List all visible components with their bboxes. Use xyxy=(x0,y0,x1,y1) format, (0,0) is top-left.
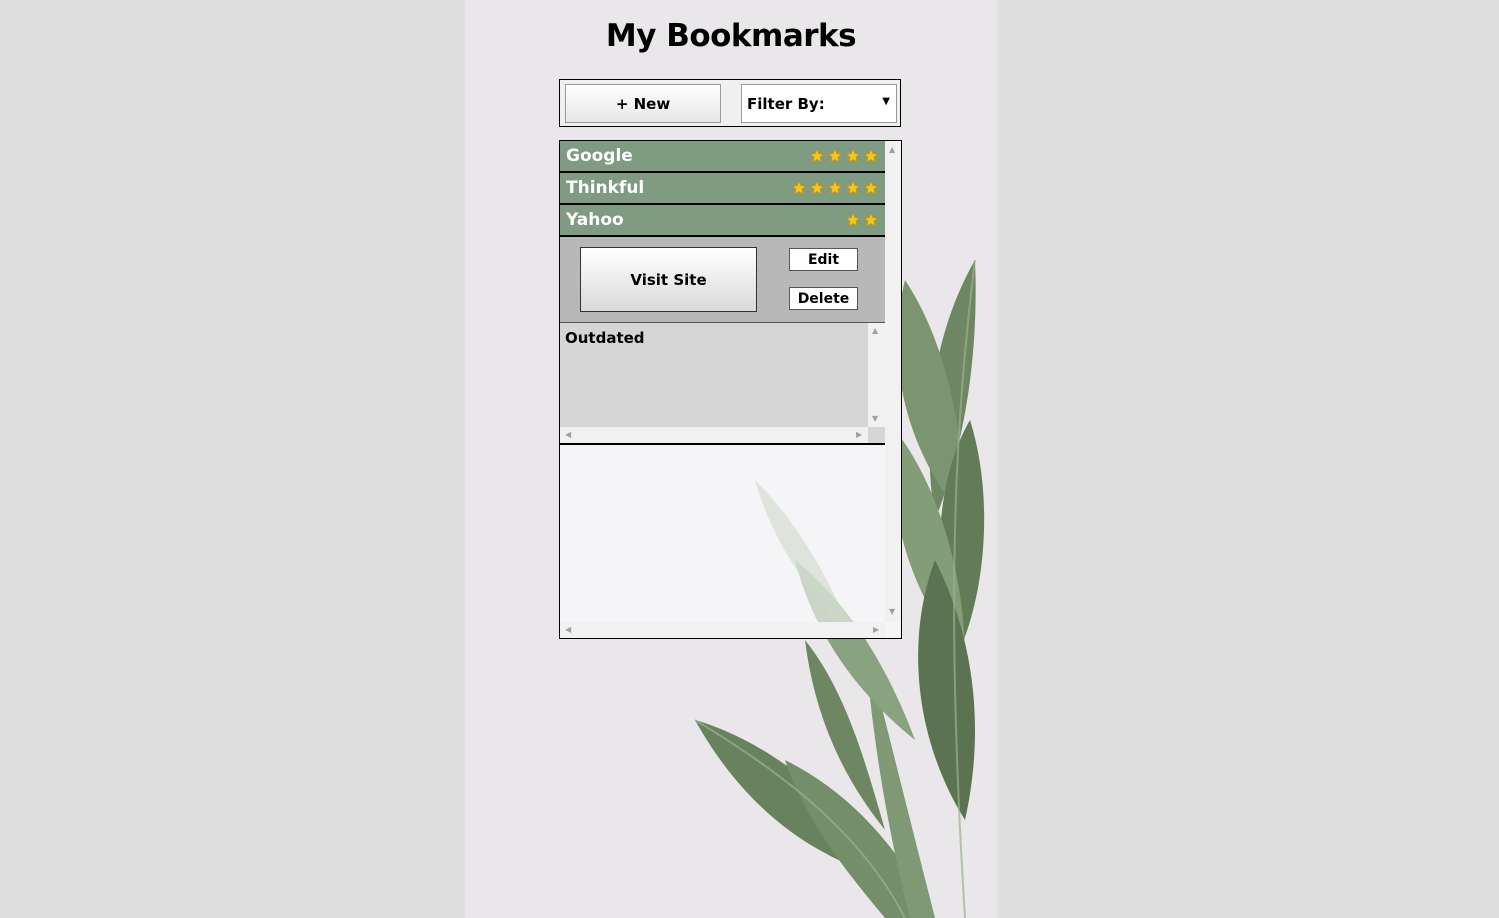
star-icon xyxy=(827,148,843,163)
scroll-left-arrow-icon[interactable]: ◀ xyxy=(565,626,571,634)
description-horizontal-scrollbar[interactable]: ◀ ▶ xyxy=(560,427,868,443)
filter-select[interactable]: Filter By: ▼ xyxy=(741,84,897,123)
bookmark-details-panel: Visit Site Edit Delete xyxy=(560,237,885,323)
star-icon xyxy=(845,148,861,163)
filter-select-label: Filter By: xyxy=(747,94,825,113)
scroll-up-arrow-icon[interactable]: ▲ xyxy=(872,327,878,335)
list-horizontal-scrollbar[interactable]: ◀ ▶ xyxy=(560,622,885,638)
scroll-down-arrow-icon[interactable]: ▼ xyxy=(872,415,878,423)
scroll-left-arrow-icon[interactable]: ◀ xyxy=(565,431,571,439)
app-page: My Bookmarks + New Filter By: ▼ Google T… xyxy=(465,0,997,918)
description-box[interactable]: Outdated ▲ ▼ ◀ ▶ xyxy=(560,323,885,445)
scroll-right-arrow-icon[interactable]: ▶ xyxy=(873,626,879,634)
bookmark-name: Yahoo xyxy=(566,210,624,230)
bookmark-row-yahoo[interactable]: Yahoo xyxy=(560,205,885,237)
bookmark-list: Google Thinkful Yahoo Visit Site Edit De… xyxy=(559,140,902,639)
rating-stars xyxy=(809,148,879,164)
delete-button[interactable]: Delete xyxy=(789,287,858,310)
caret-down-icon: ▼ xyxy=(882,96,890,107)
scroll-right-arrow-icon[interactable]: ▶ xyxy=(856,431,862,439)
bookmark-name: Google xyxy=(566,146,633,166)
star-icon xyxy=(809,148,825,163)
list-vertical-scrollbar[interactable]: ▲ ▼ xyxy=(885,141,901,622)
rating-stars xyxy=(791,180,879,196)
scroll-up-arrow-icon[interactable]: ▲ xyxy=(889,146,895,154)
bookmark-name: Thinkful xyxy=(566,178,645,198)
bookmark-row-thinkful[interactable]: Thinkful xyxy=(560,173,885,205)
toolbar: + New Filter By: ▼ xyxy=(559,79,901,127)
star-icon xyxy=(863,148,879,163)
scroll-down-arrow-icon[interactable]: ▼ xyxy=(889,608,895,616)
visit-site-button[interactable]: Visit Site xyxy=(580,247,757,312)
new-bookmark-button[interactable]: + New xyxy=(565,84,721,123)
rating-stars xyxy=(845,212,879,228)
description-text: Outdated xyxy=(565,329,645,347)
star-icon xyxy=(845,180,861,195)
bookmark-row-google[interactable]: Google xyxy=(560,141,885,173)
star-icon xyxy=(845,212,861,227)
star-icon xyxy=(791,180,807,195)
description-vertical-scrollbar[interactable]: ▲ ▼ xyxy=(868,323,885,427)
edit-button[interactable]: Edit xyxy=(789,248,858,271)
star-icon xyxy=(827,180,843,195)
page-title: My Bookmarks xyxy=(605,18,857,54)
star-icon xyxy=(809,180,825,195)
star-icon xyxy=(863,212,879,227)
star-icon xyxy=(863,180,879,195)
